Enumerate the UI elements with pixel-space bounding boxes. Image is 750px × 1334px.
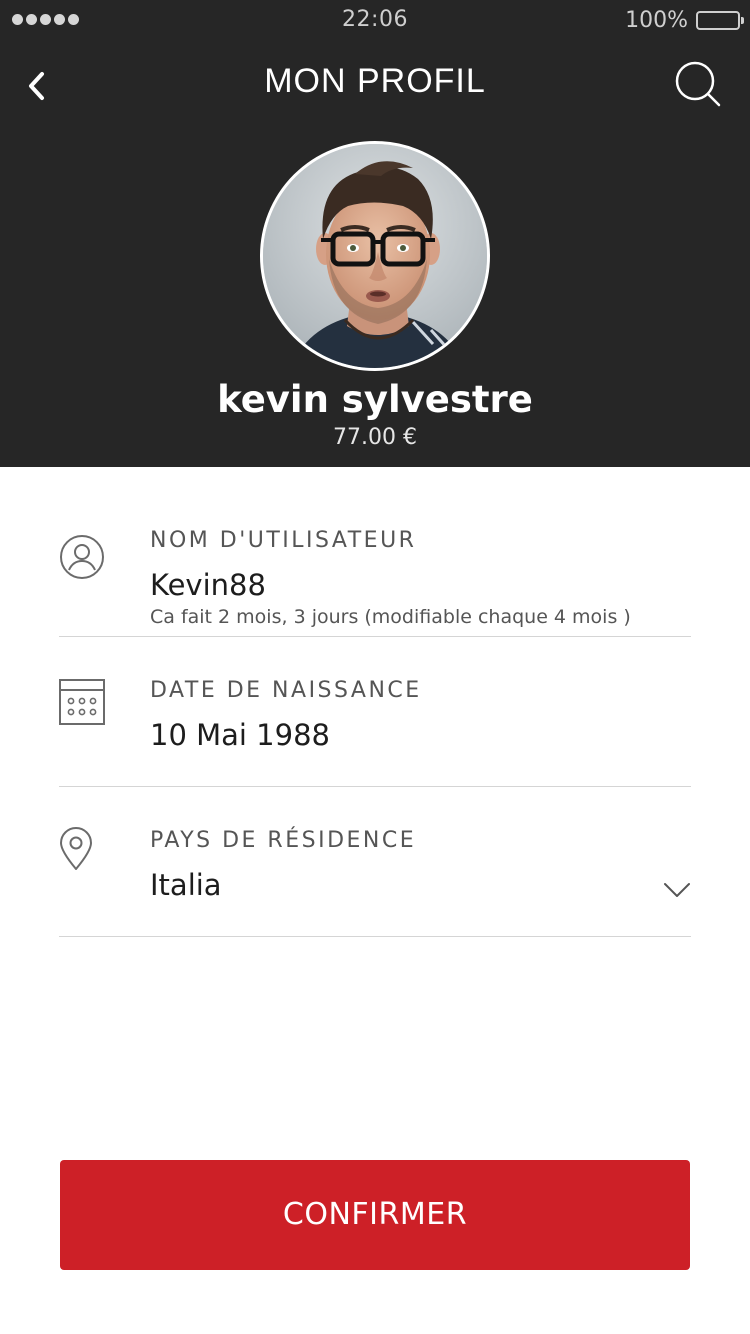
search-icon	[675, 61, 721, 107]
username-field[interactable]: NOM D'UTILISATEUR Kevin88 Ca fait 2 mois…	[59, 487, 691, 637]
username-label: NOM D'UTILISATEUR	[150, 528, 417, 553]
profile-screen: 22:06 100% MON PROFIL kevin sylvestre 77…	[0, 0, 750, 1334]
chevron-down-icon[interactable]	[663, 881, 691, 899]
page-title: MON PROFIL	[264, 62, 486, 100]
username-value[interactable]: Kevin88	[150, 568, 266, 602]
status-bar: 22:06 100%	[0, 0, 750, 40]
search-button[interactable]	[674, 60, 722, 108]
country-value[interactable]: Italia	[150, 868, 222, 902]
location-pin-icon	[60, 827, 92, 870]
calendar-icon	[59, 679, 105, 725]
country-label: PAYS DE RÉSIDENCE	[150, 828, 417, 853]
birthdate-label: DATE DE NAISSANCE	[150, 678, 422, 703]
birthdate-value[interactable]: 10 Mai 1988	[150, 718, 330, 752]
profile-balance: 77.00 €	[333, 425, 417, 450]
user-icon	[60, 535, 104, 579]
profile-name: kevin sylvestre	[217, 378, 533, 421]
confirm-button[interactable]: CONFIRMER	[60, 1160, 690, 1270]
battery-icon	[696, 11, 744, 30]
battery-status: 100%	[625, 8, 744, 33]
country-field[interactable]: PAYS DE RÉSIDENCE Italia	[59, 787, 691, 937]
battery-percent: 100%	[625, 8, 688, 33]
username-hint: Ca fait 2 mois, 3 jours (modifiable chaq…	[150, 606, 631, 628]
avatar[interactable]	[260, 141, 490, 371]
profile-header: 22:06 100% MON PROFIL kevin sylvestre 77…	[0, 0, 750, 467]
avatar-photo	[263, 144, 487, 368]
birthdate-field[interactable]: DATE DE NAISSANCE 10 Mai 1988	[59, 637, 691, 787]
